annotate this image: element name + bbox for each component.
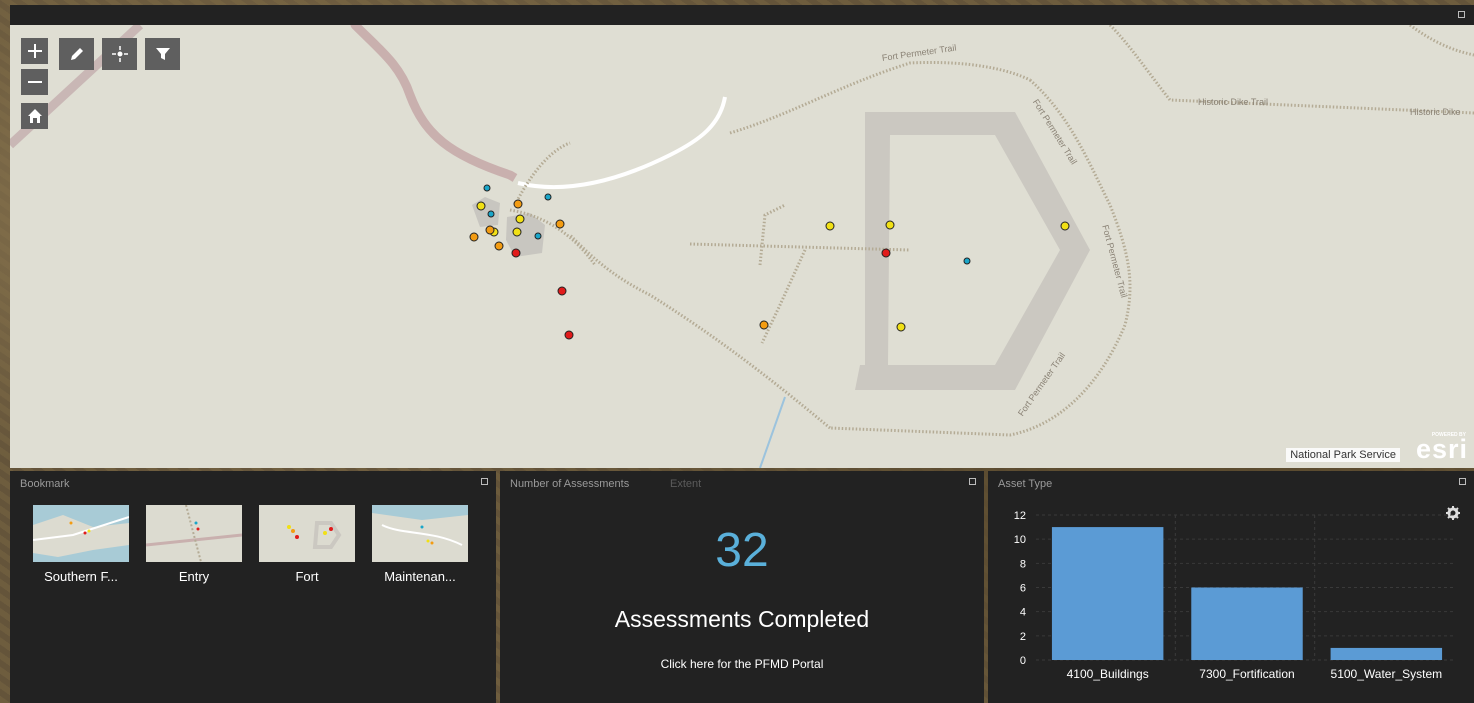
y-tick-label: 10 <box>1014 534 1026 546</box>
assessment-point[interactable] <box>564 330 574 340</box>
x-tick-label: 7300_Fortification <box>1199 667 1294 681</box>
bar[interactable] <box>1330 647 1443 660</box>
y-tick-label: 12 <box>1014 510 1026 522</box>
zoom-in-button[interactable] <box>21 38 48 64</box>
locate-button[interactable] <box>102 38 137 70</box>
zoom-out-button[interactable] <box>21 69 48 95</box>
assessment-point[interactable] <box>485 225 495 235</box>
assessment-point[interactable] <box>544 193 552 201</box>
bookmark-item[interactable]: Maintenan... <box>372 505 468 584</box>
x-tick-label: 5100_Water_System <box>1331 667 1443 681</box>
bookmark-thumbnail <box>33 505 129 562</box>
bookmark-thumbnail <box>259 505 355 562</box>
assessment-point[interactable] <box>512 227 522 237</box>
panel-title: Bookmark <box>20 478 70 490</box>
y-tick-label: 0 <box>1020 655 1026 667</box>
assessment-points <box>469 184 1070 340</box>
pencil-icon <box>70 48 83 60</box>
bookmark-label: Entry <box>178 569 210 584</box>
bookmark-label: Southern F... <box>44 569 118 584</box>
bar[interactable] <box>1051 527 1164 660</box>
tab-number-of-assessments[interactable]: Number of Assessments <box>510 478 629 490</box>
esri-logo: POWERED BY esri <box>1415 432 1468 464</box>
assessment-point[interactable] <box>885 220 895 230</box>
assessment-point[interactable] <box>896 322 906 332</box>
y-tick-label: 6 <box>1020 583 1026 595</box>
filter-icon <box>155 48 170 60</box>
assessment-point[interactable] <box>487 210 495 218</box>
bookmark-label: Fort <box>295 569 319 584</box>
assessment-point[interactable] <box>881 248 891 258</box>
maximize-icon[interactable] <box>1458 11 1465 18</box>
assessment-point[interactable] <box>557 286 567 296</box>
assessment-point[interactable] <box>476 201 486 211</box>
tab-extent[interactable]: Extent <box>670 478 701 490</box>
pfmd-portal-link[interactable]: Click here for the PFMD Portal <box>500 657 984 671</box>
y-tick-label: 4 <box>1020 607 1026 619</box>
home-button[interactable] <box>21 103 48 129</box>
assessments-panel: Number of Assessments Extent 32 Assessme… <box>500 471 984 703</box>
asset-type-panel: Asset Type 0 2 4 6 8 10 12 4100_Buildings 7300_F… <box>988 471 1474 703</box>
map-view[interactable]: Fort Permeter Trail Fort Permeter Trail Fo… <box>10 25 1474 468</box>
assessment-point[interactable] <box>469 232 479 242</box>
minus-icon <box>27 81 42 83</box>
assessment-point[interactable] <box>513 199 523 209</box>
bookmark-panel: Bookmark Southern F... Entry Fort Mainte… <box>10 471 496 703</box>
bookmark-thumbnail <box>372 505 468 562</box>
bookmark-thumbnail <box>146 505 242 562</box>
bar[interactable] <box>1191 587 1303 661</box>
filter-button[interactable] <box>145 38 180 70</box>
bookmark-label: Maintenan... <box>384 569 456 584</box>
assessment-point[interactable] <box>759 320 769 330</box>
y-tick-label: 8 <box>1020 558 1026 570</box>
assessment-point[interactable] <box>483 184 491 192</box>
plus-icon <box>27 44 42 58</box>
assessments-caption: Assessments Completed <box>614 606 870 632</box>
bar-chart: 0 2 4 6 8 10 12 4100_Buildings 7300_Fortificatio… <box>1014 510 1454 681</box>
assessment-point[interactable] <box>963 257 971 265</box>
assessment-point[interactable] <box>825 221 835 231</box>
locate-icon <box>111 46 128 62</box>
assessment-point[interactable] <box>511 248 521 258</box>
assessment-point[interactable] <box>1060 221 1070 231</box>
y-tick-label: 2 <box>1020 631 1026 643</box>
maximize-icon[interactable] <box>481 478 488 485</box>
assessment-point[interactable] <box>494 241 504 251</box>
bookmark-item[interactable]: Southern F... <box>33 505 129 584</box>
measure-button[interactable] <box>59 38 94 70</box>
assessment-point[interactable] <box>534 232 542 240</box>
assessment-point[interactable] <box>555 219 565 229</box>
map-panel: Fort Permeter Trail Fort Permeter Trail Fo… <box>10 5 1474 468</box>
bookmark-item[interactable]: Entry <box>146 505 242 584</box>
x-tick-label: 4100_Buildings <box>1067 667 1149 681</box>
assessment-count: 32 <box>715 524 769 577</box>
home-icon <box>27 109 42 123</box>
attribution: National Park Service <box>1286 448 1400 462</box>
bookmark-item[interactable]: Fort <box>259 505 355 584</box>
maximize-icon[interactable] <box>969 478 976 485</box>
assessment-point[interactable] <box>515 214 525 224</box>
